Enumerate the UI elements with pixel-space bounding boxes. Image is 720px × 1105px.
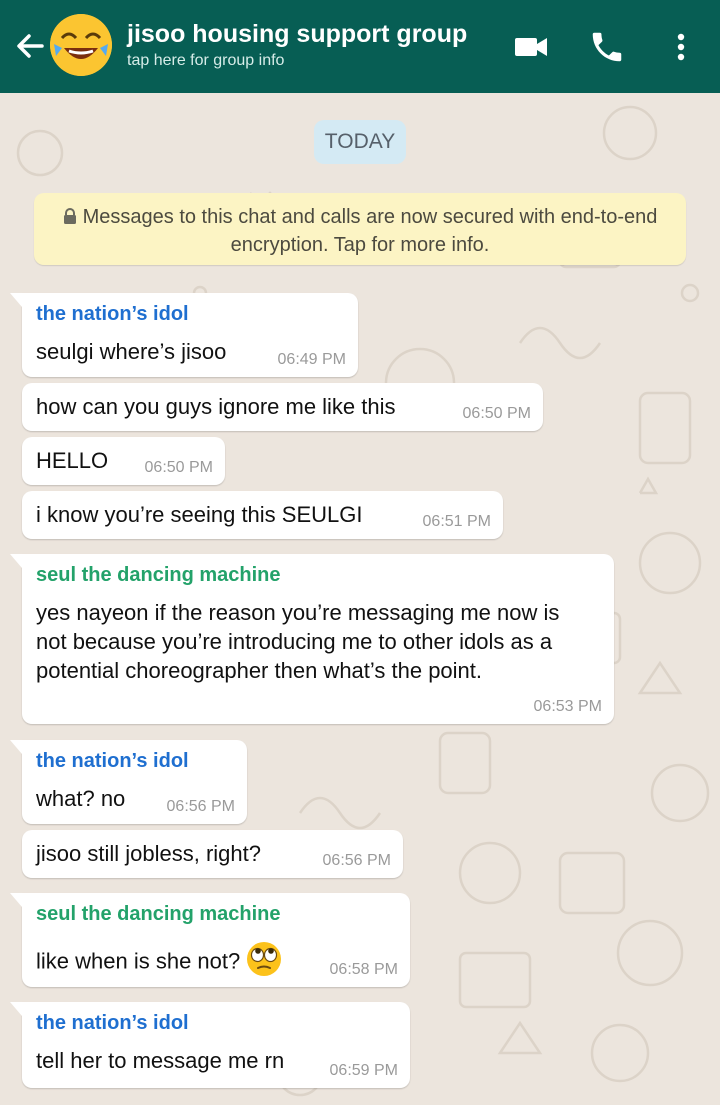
sender-name: seul the dancing machine xyxy=(36,903,281,925)
group-avatar[interactable] xyxy=(50,14,112,76)
message-text: seulgi where’s jisoo xyxy=(36,339,227,364)
chat-header[interactable]: jisoo housing support group tap here for… xyxy=(0,0,720,93)
message-time: 06:58 PM xyxy=(329,961,398,978)
message-bubble[interactable]: how can you guys ignore me like this 06:… xyxy=(22,383,543,431)
bubble-tail xyxy=(10,554,22,568)
message-bubble[interactable]: i know you’re seeing this SEULGI 06:51 P… xyxy=(22,491,503,539)
message-text: HELLO xyxy=(36,448,109,473)
date-divider: TODAY xyxy=(314,120,406,164)
message-bubble[interactable]: the nation’s idol what? no 06:56 PM xyxy=(10,740,247,824)
message-text: jisoo still jobless, right? xyxy=(36,841,261,866)
message-time: 06:56 PM xyxy=(322,852,391,869)
message-bubble[interactable]: the nation’s idol seulgi where’s jisoo 0… xyxy=(10,293,358,377)
group-subtitle: tap here for group info xyxy=(127,52,285,69)
message-time: 06:51 PM xyxy=(422,513,491,530)
message-text: yes nayeon if the reason you’re messagin… xyxy=(36,600,560,683)
more-vert-icon[interactable] xyxy=(662,28,700,66)
message-bubble[interactable]: the nation’s idol tell her to message me… xyxy=(10,1002,410,1088)
face-with-rolling-eyes-emoji xyxy=(246,941,282,984)
message-text: what? no xyxy=(36,786,126,811)
message-text: tell her to message me rn xyxy=(36,1048,285,1073)
message-time: 06:50 PM xyxy=(462,405,531,422)
lock-icon xyxy=(63,206,77,232)
bubble-tail xyxy=(10,293,22,307)
message-time: 06:59 PM xyxy=(329,1062,398,1079)
bubble-tail xyxy=(10,1002,22,1016)
message-bubble[interactable]: seul the dancing machine yes nayeon if t… xyxy=(10,554,614,724)
video-call-icon[interactable] xyxy=(512,28,550,66)
encryption-notice-text: Messages to this chat and calls are now … xyxy=(82,206,658,256)
message-bubble[interactable]: seul the dancing machine like when is sh… xyxy=(10,893,410,987)
sender-name: the nation’s idol xyxy=(36,750,189,772)
back-arrow-icon[interactable] xyxy=(12,26,48,66)
message-text: how can you guys ignore me like this xyxy=(36,394,396,419)
message-content: like when is she not? xyxy=(36,941,282,984)
message-time: 06:50 PM xyxy=(144,459,213,476)
group-title: jisoo housing support group xyxy=(127,20,468,48)
message-time: 06:49 PM xyxy=(277,351,346,368)
message-bubble[interactable]: HELLO 06:50 PM xyxy=(22,437,225,485)
bubble-tail xyxy=(10,740,22,754)
message-bubble[interactable]: jisoo still jobless, right? 06:56 PM xyxy=(22,830,403,878)
group-info[interactable]: jisoo housing support group tap here for… xyxy=(127,18,487,78)
bubble-tail xyxy=(10,893,22,907)
message-time: 06:56 PM xyxy=(166,798,235,815)
encryption-notice[interactable]: Messages to this chat and calls are now … xyxy=(34,193,686,265)
sender-name: the nation’s idol xyxy=(36,303,189,325)
message-text: like when is she not? xyxy=(36,948,241,974)
sender-name: the nation’s idol xyxy=(36,1012,189,1034)
voice-call-icon[interactable] xyxy=(588,28,626,66)
sender-name: seul the dancing machine xyxy=(36,564,281,586)
message-time: 06:53 PM xyxy=(533,698,602,715)
message-text: i know you’re seeing this SEULGI xyxy=(36,502,363,527)
